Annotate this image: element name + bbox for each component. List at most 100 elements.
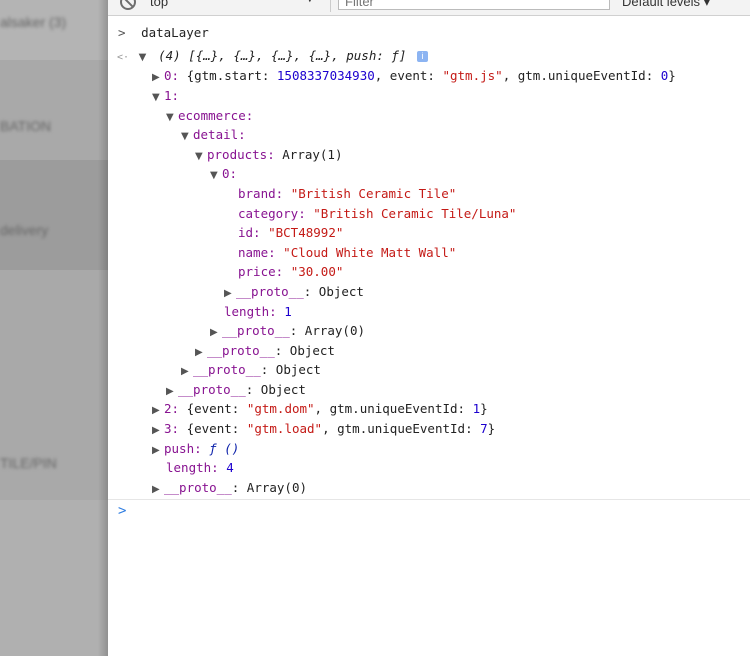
collapsed-triangle-icon[interactable]: ▶	[152, 68, 164, 87]
property-value: Object	[318, 284, 364, 299]
toolbar-divider	[330, 0, 331, 12]
number-value: 7	[480, 421, 488, 436]
expanded-triangle-icon[interactable]: ▼	[152, 88, 164, 107]
collapsed-triangle-icon[interactable]: ▶	[152, 480, 164, 499]
expanded-triangle-icon[interactable]: ▼	[181, 127, 193, 146]
number-value: 4	[226, 460, 234, 475]
string-value: "British Ceramic Tile/Luna"	[313, 206, 517, 221]
console-divider	[108, 499, 750, 500]
item-index: 3:	[164, 421, 180, 436]
property-key: brand:	[238, 186, 284, 201]
expanded-triangle-icon[interactable]: ▼	[139, 48, 151, 67]
string-value: "Cloud White Matt Wall"	[283, 245, 457, 260]
log-levels-dropdown[interactable]: Default levels ▾	[622, 0, 710, 10]
tree-row-name: name: "Cloud White Matt Wall"	[238, 243, 456, 262]
property-value: Object	[289, 343, 335, 358]
object-preview: }	[668, 68, 676, 83]
item-index: 0:	[164, 68, 180, 83]
collapsed-triangle-icon[interactable]: ▶	[181, 362, 193, 381]
collapsed-triangle-icon[interactable]: ▶	[152, 441, 164, 460]
item-index: 1:	[164, 88, 180, 103]
background-text: alsaker (3)	[0, 14, 67, 30]
tree-row-price: price: "30.00"	[238, 262, 343, 281]
expanded-triangle-icon[interactable]: ▼	[210, 166, 222, 185]
tree-row-proto-array[interactable]: ▶ __proto__: Array(0)	[152, 478, 307, 497]
collapsed-triangle-icon[interactable]: ▶	[210, 323, 222, 342]
filter-field[interactable]	[338, 0, 610, 10]
property-key: ecommerce:	[178, 108, 254, 123]
property-key: length:	[224, 304, 277, 319]
proto-key: __proto__	[178, 382, 246, 397]
console-toolbar: top ▼ Default levels ▾	[108, 0, 750, 16]
property-value: Array(0)	[246, 480, 308, 495]
background-text: TILE/PIN	[0, 455, 57, 471]
object-preview: }	[487, 421, 496, 436]
tree-row-item-3[interactable]: ▶ 3: {event: "gtm.load", gtm.uniqueEventI…	[152, 419, 495, 438]
object-preview: , gtm.uniqueEventId:	[502, 68, 661, 83]
expanded-triangle-icon[interactable]: ▼	[166, 108, 178, 127]
proto-key: __proto__	[236, 284, 304, 299]
context-selector[interactable]: top	[150, 0, 320, 12]
proto-key: __proto__	[193, 362, 261, 377]
tree-row-ecommerce[interactable]: ▼ ecommerce:	[166, 106, 253, 125]
expanded-triangle-icon[interactable]: ▼	[195, 147, 207, 166]
tree-row-proto-array[interactable]: ▶ __proto__: Array(0)	[210, 321, 365, 340]
property-key: length:	[166, 460, 219, 475]
background-page: alsaker (3) BATION delivery TILE/PIN	[0, 0, 108, 656]
result-prompt-icon: <·	[117, 52, 130, 63]
object-preview: {event:	[186, 401, 247, 416]
object-preview: , gtm.uniqueEventId:	[322, 421, 481, 436]
background-text: delivery	[0, 222, 49, 238]
tree-row-proto-object[interactable]: ▶ __proto__: Object	[166, 380, 306, 399]
info-icon[interactable]: i	[417, 51, 428, 62]
property-key: products:	[207, 147, 275, 162]
tree-row-detail[interactable]: ▼ detail:	[181, 125, 246, 144]
object-preview: {event:	[186, 421, 247, 436]
tree-row-products[interactable]: ▼ products: Array(1)	[195, 145, 342, 164]
property-key: push:	[164, 441, 202, 456]
string-value: "gtm.js"	[442, 68, 503, 83]
tree-row-length: length: 1	[224, 302, 292, 321]
console-prompt-caret[interactable]: >	[118, 503, 126, 519]
tree-row-item-2[interactable]: ▶ 2: {event: "gtm.dom", gtm.uniqueEventId…	[152, 399, 488, 418]
object-preview: , event:	[374, 68, 443, 83]
tree-row-proto-object[interactable]: ▶ __proto__: Object	[224, 282, 364, 301]
tree-row-proto-object[interactable]: ▶ __proto__: Object	[195, 341, 335, 360]
collapsed-triangle-icon[interactable]: ▶	[224, 284, 236, 303]
collapsed-triangle-icon[interactable]: ▶	[152, 401, 164, 420]
string-value: "gtm.load"	[246, 421, 323, 436]
string-value: "BCT48992"	[268, 225, 344, 240]
object-preview: {gtm.start:	[186, 68, 277, 83]
chevron-down-icon[interactable]: ▼	[306, 0, 314, 4]
string-value: "British Ceramic Tile"	[290, 186, 457, 201]
function-value: ƒ ()	[209, 441, 240, 456]
proto-key: __proto__	[164, 480, 232, 495]
item-index: 2:	[164, 401, 180, 416]
property-key: id:	[238, 225, 261, 240]
background-text: BATION	[0, 118, 52, 134]
tree-row-item-0[interactable]: ▶ 0: {gtm.start: 1508337034930, event: "g…	[152, 66, 676, 85]
property-value: Array(1)	[282, 147, 343, 162]
property-value: Object	[275, 362, 321, 377]
property-key: name:	[238, 245, 276, 260]
clear-console-icon[interactable]	[120, 0, 136, 10]
object-preview: , gtm.uniqueEventId:	[314, 401, 473, 416]
tree-row-id: id: "BCT48992"	[238, 223, 343, 242]
property-value: Array(0)	[304, 323, 366, 338]
array-summary: (4) [{…}, {…}, {…}, {…}, push: ƒ]	[158, 48, 407, 63]
proto-key: __proto__	[207, 343, 275, 358]
number-value: 1508337034930	[276, 68, 375, 83]
console-input-line: > dataLayer	[118, 23, 209, 42]
tree-row-push[interactable]: ▶ push: ƒ ()	[152, 439, 239, 458]
tree-row-item-1[interactable]: ▼ 1:	[152, 86, 179, 105]
result-summary-line[interactable]: <· ▼ (4) [{…}, {…}, {…}, {…}, push: ƒ] i	[117, 46, 428, 65]
tree-row-category: category: "British Ceramic Tile/Luna"	[238, 204, 516, 223]
tree-row-product-0[interactable]: ▼ 0:	[210, 164, 237, 183]
collapsed-triangle-icon[interactable]: ▶	[152, 421, 164, 440]
property-key: category:	[238, 206, 306, 221]
input-prompt-icon: >	[118, 25, 126, 40]
property-key: detail:	[193, 127, 246, 142]
filter-input[interactable]	[339, 0, 601, 10]
tree-row-proto-object[interactable]: ▶ __proto__: Object	[181, 360, 321, 379]
property-key: price:	[238, 264, 284, 279]
